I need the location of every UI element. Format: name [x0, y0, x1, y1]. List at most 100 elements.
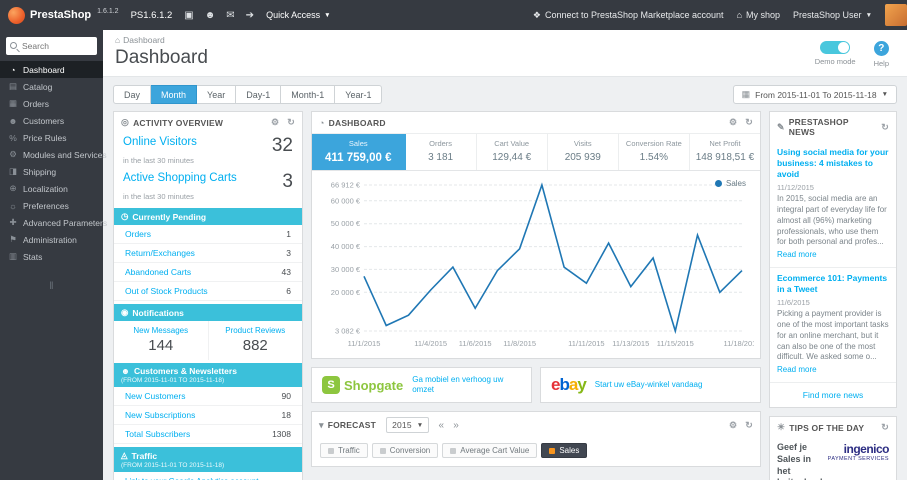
chip-traffic[interactable]: Traffic — [320, 443, 368, 458]
pending-orders-link[interactable]: Orders — [125, 229, 151, 239]
sidebar-item-shipping[interactable]: ◨ Shipping — [0, 163, 103, 180]
sidebar-item-orders[interactable]: ▦ Orders — [0, 95, 103, 112]
tab-label: Cart Value — [494, 139, 530, 148]
customer-icon[interactable]: ☻ — [205, 10, 216, 21]
online-visitors-label[interactable]: Online Visitors — [123, 136, 197, 148]
sidebar-item-administration[interactable]: ⚑ Administration — [0, 231, 103, 248]
sidebar-item-label: Localization — [23, 183, 68, 194]
sidebar-item-price-rules[interactable]: % Price Rules — [0, 129, 103, 146]
shopgate-link[interactable]: Ga mobiel en verhoog uw omzet — [412, 375, 521, 394]
currently-pending-title: Currently Pending — [132, 211, 207, 222]
tab-net-profit[interactable]: Net Profit 148 918,51 € — [690, 134, 760, 170]
refresh-icon[interactable]: ↻ — [287, 117, 295, 128]
article-title-link[interactable]: Using social media for your business: 4 … — [777, 147, 889, 180]
product-reviews-link[interactable]: Product Reviews — [211, 326, 301, 335]
metric-dot-icon — [328, 447, 334, 454]
product-reviews-cell: Product Reviews 882 — [209, 321, 303, 360]
date-range-picker[interactable]: ▦ From 2015-11-01 To 2015-11-18 ▼ — [732, 85, 897, 104]
my-shop-link[interactable]: ⌂ My shop — [737, 10, 780, 20]
article-date: 11/6/2015 — [777, 298, 810, 308]
refresh-icon[interactable]: ↻ — [745, 117, 753, 128]
sidebar-item-label: Price Rules — [23, 132, 67, 143]
filter-year-1-button[interactable]: Year-1 — [335, 85, 383, 104]
forecast-year-select[interactable]: 2015 ▼ — [386, 417, 430, 433]
avatar[interactable] — [885, 4, 907, 26]
gear-icon[interactable]: ⚙ — [729, 117, 737, 128]
chevron-down-icon: ▼ — [865, 11, 872, 19]
pending-returns-link[interactable]: Return/Exchanges — [125, 248, 195, 258]
sidebar-item-modules[interactable]: ⚙ Modules and Services — [0, 146, 106, 163]
sidebar-item-localization[interactable]: ⊕ Localization — [0, 180, 103, 197]
date-range-label: From 2015-11-01 To 2015-11-18 — [755, 89, 877, 100]
read-more-link[interactable]: Read more — [777, 365, 817, 374]
pending-row-returns: Return/Exchanges 3 — [114, 244, 302, 263]
localization-icon: ⊕ — [9, 183, 17, 193]
sidebar-item-preferences[interactable]: ☼ Preferences — [0, 197, 103, 214]
tab-sales[interactable]: Sales 411 759,00 € — [312, 134, 406, 170]
forecast-next-button[interactable]: » — [453, 420, 459, 431]
pending-out-of-stock-link[interactable]: Out of Stock Products — [125, 286, 208, 296]
gear-icon[interactable]: ⚙ — [729, 420, 737, 431]
marketplace-link[interactable]: ❖ Connect to PrestaShop Marketplace acco… — [533, 10, 724, 21]
active-carts-sub: in the last 30 minutes — [123, 192, 194, 201]
refresh-icon[interactable]: ↻ — [881, 422, 889, 433]
new-subscriptions-link[interactable]: New Subscriptions — [125, 410, 195, 420]
brand[interactable]: PrestaShop 1.6.1.2 — [8, 6, 119, 24]
sidebar-item-stats[interactable]: ▥ Stats — [0, 248, 103, 265]
find-more-news-link[interactable]: Find more news — [770, 383, 896, 407]
messages-icon[interactable]: ✉ — [226, 10, 234, 21]
chart-legend[interactable]: Sales — [714, 179, 746, 188]
active-carts-label[interactable]: Active Shopping Carts — [123, 172, 237, 184]
sidebar-item-catalog[interactable]: ▤ Catalog — [0, 78, 103, 95]
new-customers-link[interactable]: New Customers — [125, 391, 185, 401]
google-analytics-link[interactable]: Link to your Google Analytics account — [114, 472, 302, 480]
total-subscribers-link[interactable]: Total Subscribers — [125, 429, 190, 439]
sales-line-chart: 66 912 € 60 000 € 50 000 € 40 000 € 30 000 €… — [331, 181, 761, 349]
tab-orders[interactable]: Orders 3 181 — [406, 134, 477, 170]
legend-label: Sales — [725, 179, 746, 188]
ebay-promo: ebay Start uw eBay-winkel vandaag — [540, 367, 761, 403]
help-button[interactable]: ? — [873, 41, 889, 56]
chip-label: Conversion — [389, 446, 431, 455]
filter-year-button[interactable]: Year — [197, 85, 237, 104]
quick-access-menu[interactable]: Quick Access ▼ — [266, 10, 330, 20]
sidebar-item-label: Stats — [23, 251, 43, 262]
breadcrumb-label: Dashboard — [123, 35, 165, 45]
new-messages-link[interactable]: New Messages — [116, 326, 206, 335]
launch-icon[interactable]: ➔ — [246, 10, 254, 21]
gear-icon[interactable]: ⚙ — [271, 117, 279, 128]
cart-icon[interactable]: ▣ — [184, 10, 193, 21]
tab-label: Orders — [429, 139, 453, 148]
tab-conversion-rate[interactable]: Conversion Rate 1.54% — [619, 134, 690, 170]
sidebar-item-customers[interactable]: ☻ Customers — [0, 112, 103, 129]
tip-icon: ☀ — [777, 422, 786, 433]
read-more-link[interactable]: Read more — [777, 250, 817, 259]
filter-day-1-button[interactable]: Day-1 — [236, 85, 282, 104]
article-title-link[interactable]: Ecommerce 101: Payments in a Tweet — [777, 273, 889, 295]
forecast-prev-button[interactable]: « — [438, 420, 444, 431]
sidebar-collapse-button[interactable]: ‖ — [0, 281, 103, 292]
ebay-link[interactable]: Start uw eBay-winkel vandaag — [595, 380, 703, 390]
traffic-title: Traffic — [131, 450, 158, 461]
demo-mode-toggle[interactable] — [820, 41, 851, 54]
ebay-logo: ebay — [551, 375, 587, 395]
tab-visits[interactable]: Visits 205 939 — [548, 134, 619, 170]
filter-day-button[interactable]: Day — [113, 85, 152, 104]
user-menu[interactable]: PrestaShop User ▼ — [793, 10, 872, 20]
tab-label: Visits — [573, 139, 592, 148]
tab-cart-value[interactable]: Cart Value 129,44 € — [477, 134, 548, 170]
sidebar-item-dashboard[interactable]: ◔ Dashboard — [0, 61, 103, 78]
filter-month-button[interactable]: Month — [151, 85, 198, 104]
pending-abandoned-link[interactable]: Abandoned Carts — [125, 267, 191, 277]
chip-sales[interactable]: Sales — [541, 443, 588, 458]
chip-conversion[interactable]: Conversion — [371, 443, 439, 458]
filter-month-1-button[interactable]: Month-1 — [281, 85, 336, 104]
traffic-subtitle: (FROM 2015-11-01 TO 2015-11-18) — [121, 462, 225, 469]
sidebar-item-advanced-parameters[interactable]: ✚ Advanced Parameters — [0, 214, 107, 231]
refresh-icon[interactable]: ↻ — [881, 122, 889, 133]
tab-value: 129,44 € — [492, 152, 532, 163]
refresh-icon[interactable]: ↻ — [745, 420, 753, 431]
search-input[interactable] — [6, 37, 97, 55]
customers-row-new: New Customers 90 — [114, 387, 302, 406]
chip-average-cart-value[interactable]: Average Cart Value — [442, 443, 538, 458]
